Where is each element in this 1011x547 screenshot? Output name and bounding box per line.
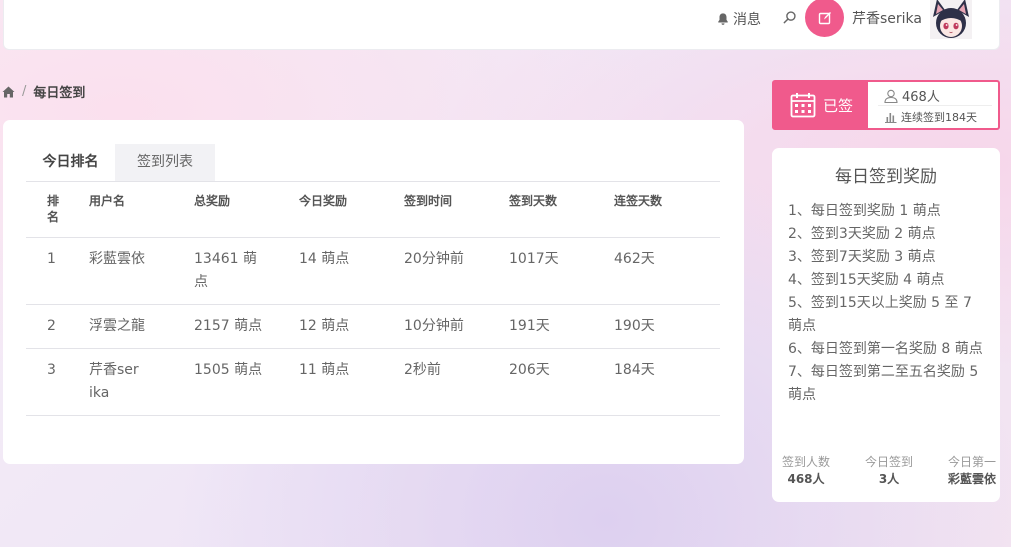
cell-streak-days: 190天 [614, 304, 720, 349]
cell-today-reward: 14 萌点 [299, 237, 404, 305]
reward-title: 每日签到奖励 [835, 167, 937, 187]
cell-username[interactable]: 彩藍雲依 [89, 237, 194, 305]
header-sign-days: 签到天数 [509, 194, 558, 208]
reward-rules: 1、每日签到奖励 1 萌点 2、签到3天奖励 2 萌点 3、签到7天奖励 3 萌… [788, 200, 988, 407]
cell-rank: 3 [26, 348, 89, 416]
reward-rule: 1、每日签到奖励 1 萌点 [788, 203, 941, 219]
cell-sign-time: 10分钟前 [404, 304, 509, 349]
calendar-icon [790, 93, 816, 118]
bell-icon [718, 13, 728, 25]
breadcrumb-separator: / [22, 84, 27, 99]
sign-count: 468人 [884, 86, 940, 105]
reward-rule: 6、每日签到第一名奖励 8 萌点 [788, 341, 983, 357]
cell-sign-days: 191天 [509, 304, 614, 349]
stat-label: 今日第一 [947, 455, 996, 469]
stat-today-sign: 今日签到 3人 [865, 454, 913, 488]
reward-rule: 4、签到15天奖励 4 萌点 [788, 272, 945, 288]
notifications-link[interactable]: 消息 [716, 9, 761, 29]
cell-rank: 2 [26, 304, 89, 349]
tab-sign-list[interactable]: 签到列表 [115, 144, 215, 181]
breadcrumb-current: 每日签到 [33, 86, 86, 101]
reward-rule: 7、每日签到第二至五名奖励 5 萌点 [788, 364, 979, 403]
stat-today-first: 今日第一 彩藍雲依 [948, 454, 996, 488]
sign-stats: 签到人数 468人 今日签到 3人 今日第一 彩藍雲依 [782, 454, 996, 488]
cell-today-reward: 12 萌点 [299, 304, 404, 349]
username-link[interactable]: 芹香serika [852, 8, 922, 28]
divider [878, 105, 992, 106]
home-icon[interactable] [2, 86, 15, 98]
header-today-reward: 今日奖励 [299, 194, 348, 208]
cell-sign-days: 1017天 [509, 237, 614, 305]
cell-username[interactable]: 浮雲之龍 [89, 304, 194, 349]
search-icon[interactable] [782, 10, 797, 25]
user-icon [884, 89, 898, 103]
cell-total-reward: 2157 萌点 [194, 304, 299, 349]
reward-rule: 3、签到7天奖励 3 萌点 [788, 249, 936, 265]
sign-streak-value: 连续签到184天 [901, 111, 977, 124]
new-post-button[interactable] [805, 0, 844, 37]
cell-sign-time: 20分钟前 [404, 237, 509, 305]
sign-summary: 468人 连续签到184天 [868, 82, 998, 128]
header-sign-time: 签到时间 [404, 194, 453, 208]
edit-icon [818, 11, 831, 24]
notifications-label: 消息 [733, 12, 761, 28]
sign-status-panel: 已签 468人 连续签到184天 [772, 80, 1000, 130]
table-row: 1 彩藍雲依 13461 萌点 14 萌点 20分钟前 1017天 462天 [26, 237, 720, 305]
reward-rule: 5、签到15天以上奖励 5 至 7 萌点 [788, 295, 972, 334]
sign-count-value: 468人 [902, 90, 940, 105]
table-header-row: 排名 用户名 总奖励 今日奖励 签到时间 签到天数 连签天数 [26, 182, 720, 238]
cell-rank: 1 [26, 237, 89, 305]
cell-streak-days: 462天 [614, 237, 720, 305]
cell-streak-days: 184天 [614, 348, 720, 416]
cell-sign-days: 206天 [509, 348, 614, 416]
table-row: 2 浮雲之龍 2157 萌点 12 萌点 10分钟前 191天 190天 [26, 304, 720, 349]
header-username: 用户名 [89, 194, 126, 208]
table-row: 3 芹香serika 1505 萌点 11 萌点 2秒前 206天 184天 [26, 348, 720, 416]
bar-chart-icon [885, 113, 897, 123]
signed-button[interactable]: 已签 [774, 82, 868, 128]
signed-status-label: 已签 [823, 96, 854, 115]
reward-card: 每日签到奖励 1、每日签到奖励 1 萌点 2、签到3天奖励 2 萌点 3、签到7… [772, 148, 1000, 502]
breadcrumb: / 每日签到 [2, 82, 85, 101]
ranking-table: 排名 用户名 总奖励 今日奖励 签到时间 签到天数 连签天数 1 彩藍雲依 13… [26, 182, 720, 416]
stat-label: 今日签到 [864, 455, 913, 469]
header-total-reward: 总奖励 [194, 194, 231, 208]
cell-sign-time: 2秒前 [404, 348, 509, 416]
reward-rule: 2、签到3天奖励 2 萌点 [788, 226, 936, 242]
avatar[interactable] [930, 0, 972, 39]
cell-today-reward: 11 萌点 [299, 348, 404, 416]
cell-total-reward: 13461 萌点 [194, 237, 299, 305]
ranking-card: 今日排名 签到列表 排名 用户名 总奖励 今日奖励 签到时间 签到天数 连签天数… [3, 120, 744, 464]
top-navbar: 消息 芹香serika [3, 0, 1000, 50]
stat-value: 3人 [878, 472, 900, 486]
stat-value: 468人 [787, 472, 825, 486]
cell-username[interactable]: 芹香serika [89, 348, 194, 416]
header-rank: 排名 [47, 194, 60, 224]
sign-streak: 连续签到184天 [884, 109, 977, 125]
stat-label: 签到人数 [782, 455, 831, 469]
stat-sign-count: 签到人数 468人 [782, 454, 830, 488]
cell-total-reward: 1505 萌点 [194, 348, 299, 416]
tab-bar: 今日排名 签到列表 [26, 144, 720, 182]
header-streak-days: 连签天数 [614, 194, 663, 208]
tab-today-ranking[interactable]: 今日排名 [26, 144, 115, 181]
stat-value[interactable]: 彩藍雲依 [948, 470, 996, 488]
